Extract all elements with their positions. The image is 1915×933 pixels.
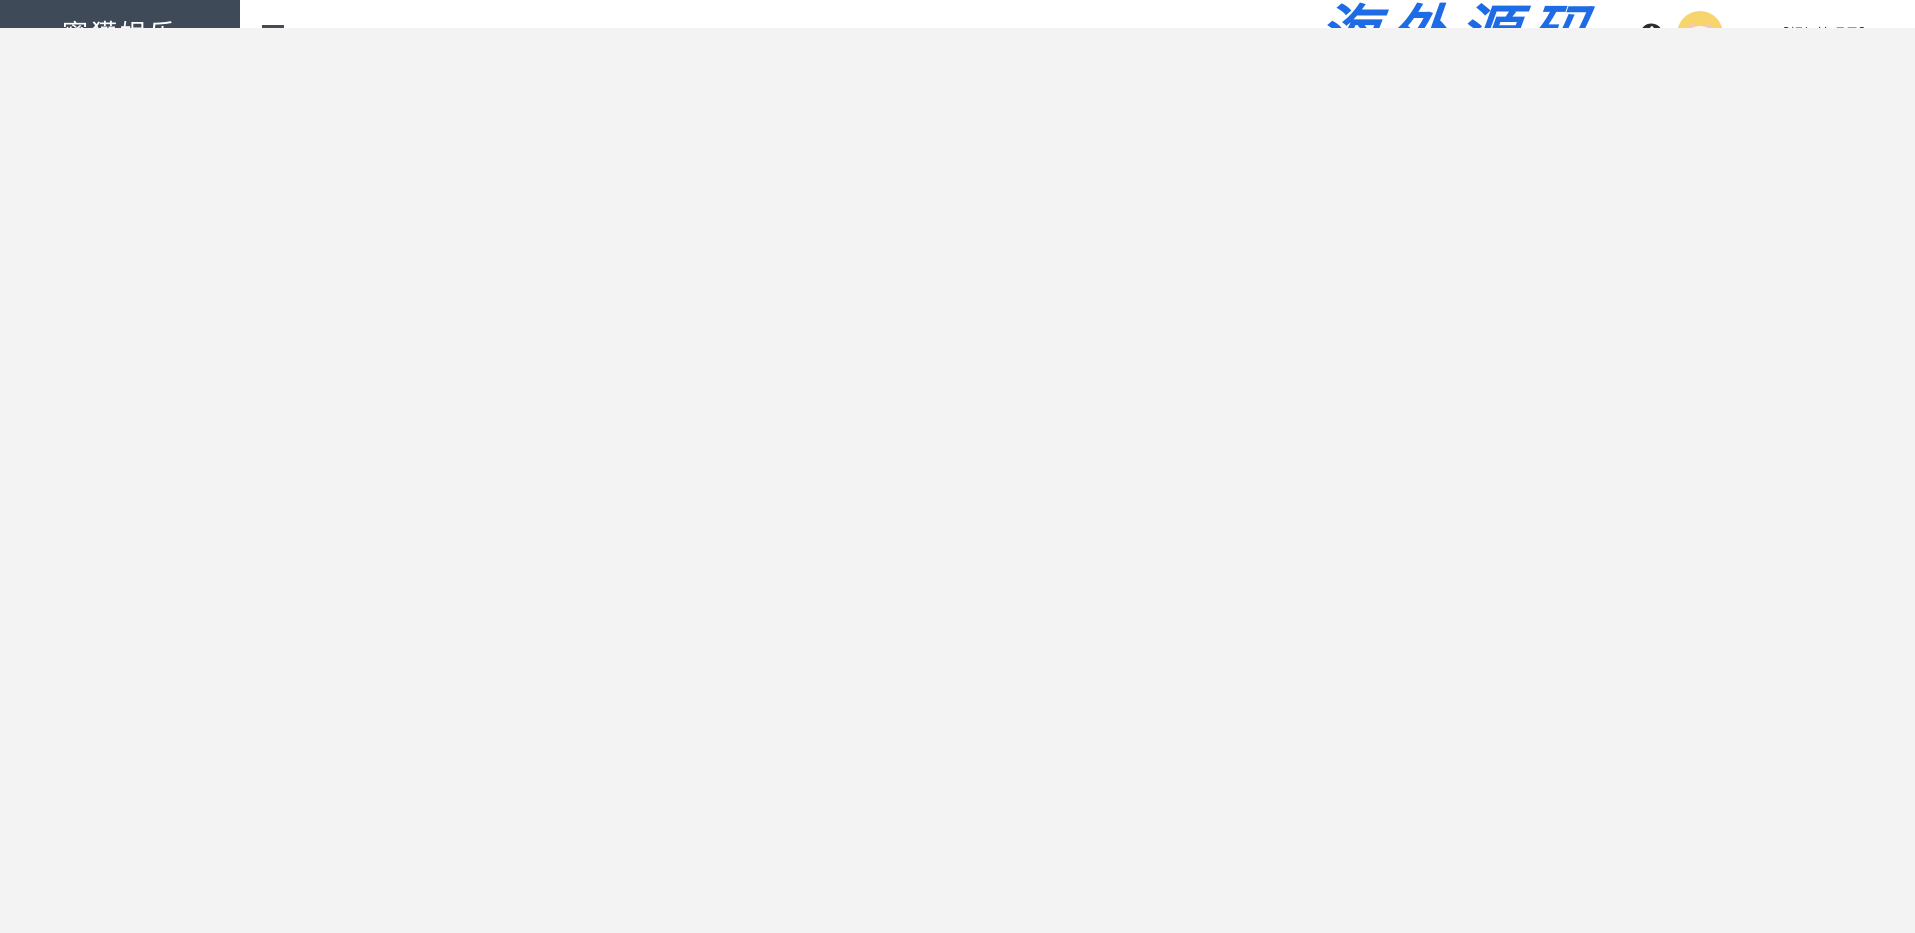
topbar: admin【超级管理员】 — [240, 0, 1915, 28]
avatar[interactable] — [1677, 11, 1723, 29]
theme-palette-icon[interactable] — [1639, 22, 1663, 29]
menu-toggle-icon[interactable] — [262, 25, 284, 28]
page: 蜜獾娱乐 首页数据统计财务管理超管管理会员管理彩票管理视频管理视频分类视频列表选… — [0, 0, 1915, 28]
sidebar: 蜜獾娱乐 首页数据统计财务管理超管管理会员管理彩票管理视频管理视频分类视频列表选… — [0, 0, 240, 28]
username[interactable]: admin【超级管理员】 — [1737, 20, 1873, 29]
topbar-user-area: admin【超级管理员】 — [1639, 11, 1893, 29]
app-logo: 蜜獾娱乐 — [0, 0, 240, 28]
